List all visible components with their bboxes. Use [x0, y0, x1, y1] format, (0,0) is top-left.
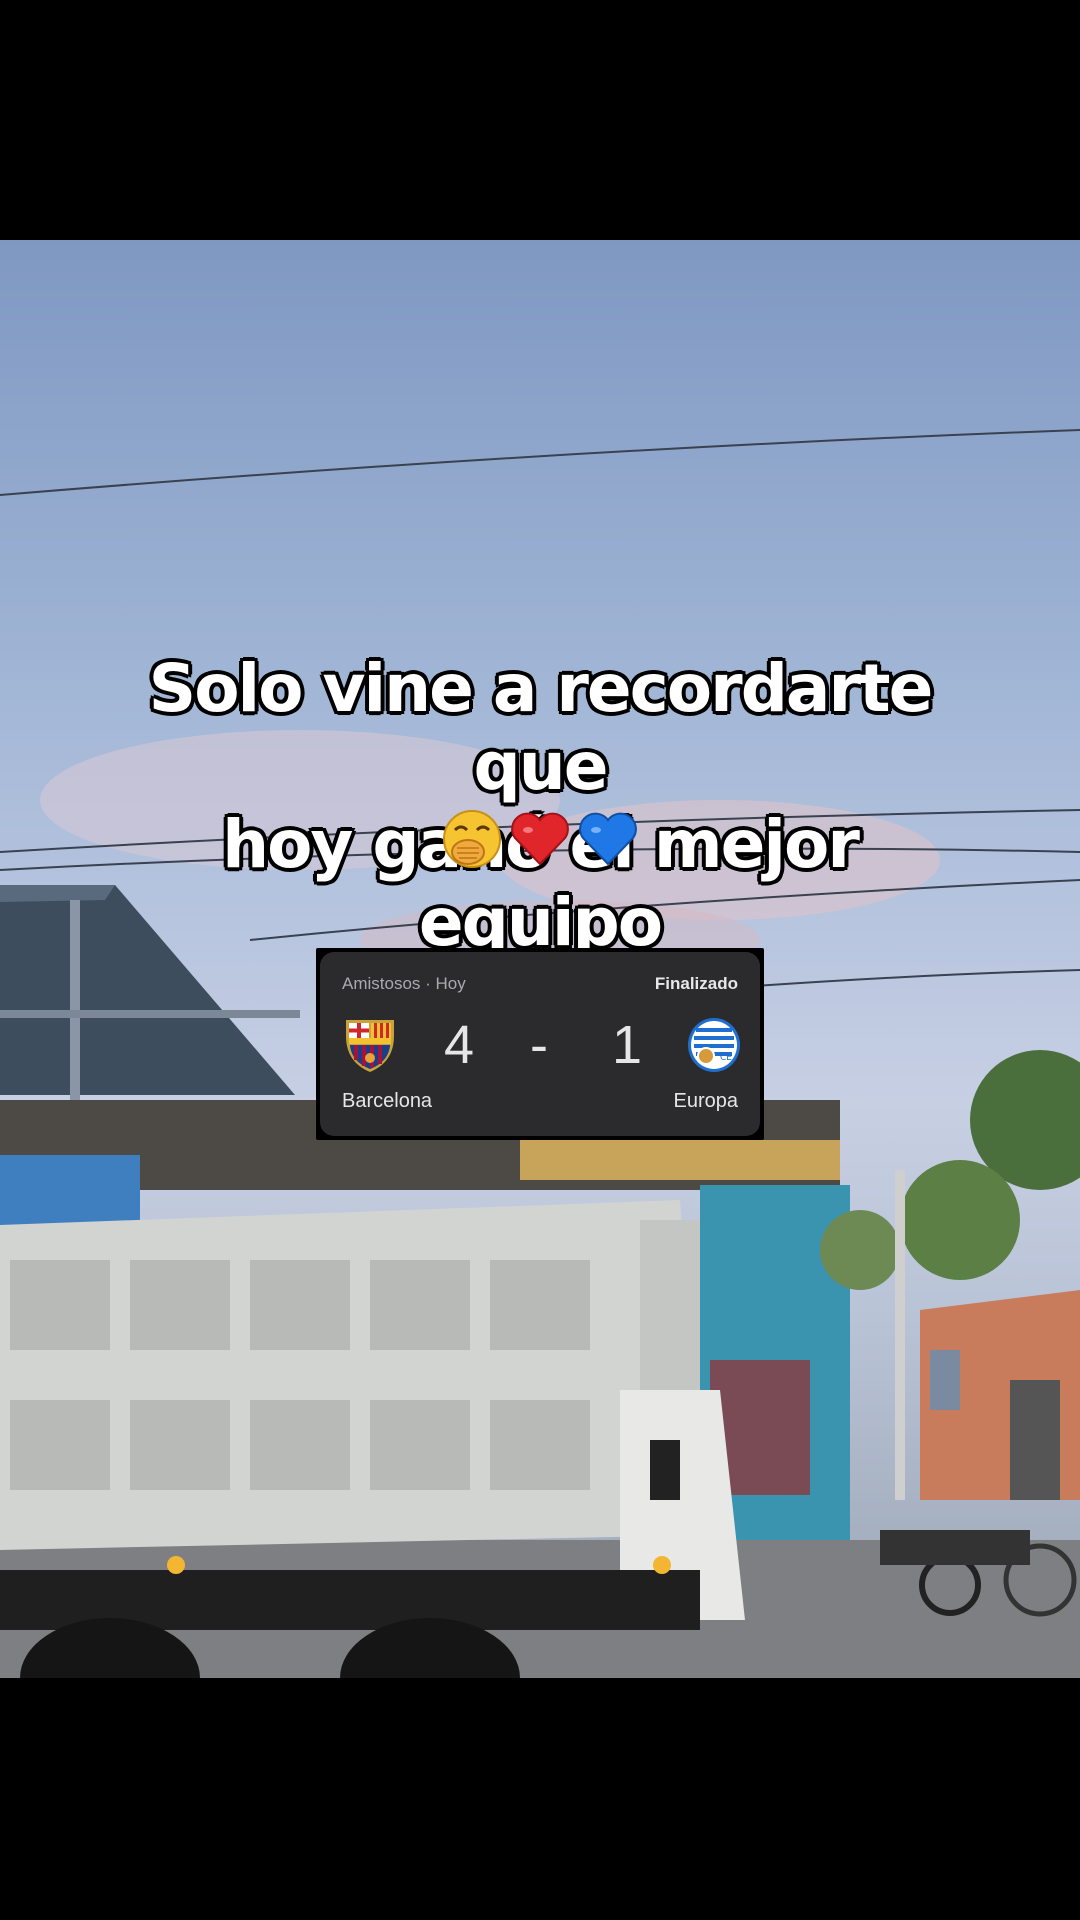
- caption-text: Solo vine a recordarte que hoy ganó el m…: [120, 650, 960, 962]
- caption-line-1: Solo vine a recordarte que: [148, 650, 934, 805]
- match-status: Finalizado: [654, 974, 738, 993]
- svg-text:CE: CE: [720, 1053, 732, 1063]
- blue-heart-emoji-icon: [577, 808, 639, 870]
- away-team-name: Europa: [673, 1090, 739, 1112]
- caption-emoji-row: [0, 808, 1080, 878]
- ce-europa-crest-icon: CE: [686, 1016, 742, 1074]
- away-score: 1: [612, 1015, 643, 1075]
- bottom-letterbox: [0, 1678, 1080, 1920]
- competition-label: Amistosos · Hoy: [342, 974, 466, 993]
- home-team-name: Barcelona: [342, 1090, 433, 1112]
- top-letterbox: [0, 0, 1080, 240]
- fc-barcelona-crest-icon: [342, 1016, 398, 1074]
- hand-over-mouth-emoji-icon: [441, 808, 503, 870]
- red-heart-emoji-icon: [509, 808, 571, 870]
- match-score-card-body: Amistosos · Hoy Finalizado 4 - 1 CE Barc…: [320, 952, 760, 1136]
- home-score: 4: [444, 1015, 475, 1075]
- match-score-card[interactable]: Amistosos · Hoy Finalizado 4 - 1 CE Barc…: [316, 948, 764, 1140]
- score-separator: -: [530, 1015, 548, 1075]
